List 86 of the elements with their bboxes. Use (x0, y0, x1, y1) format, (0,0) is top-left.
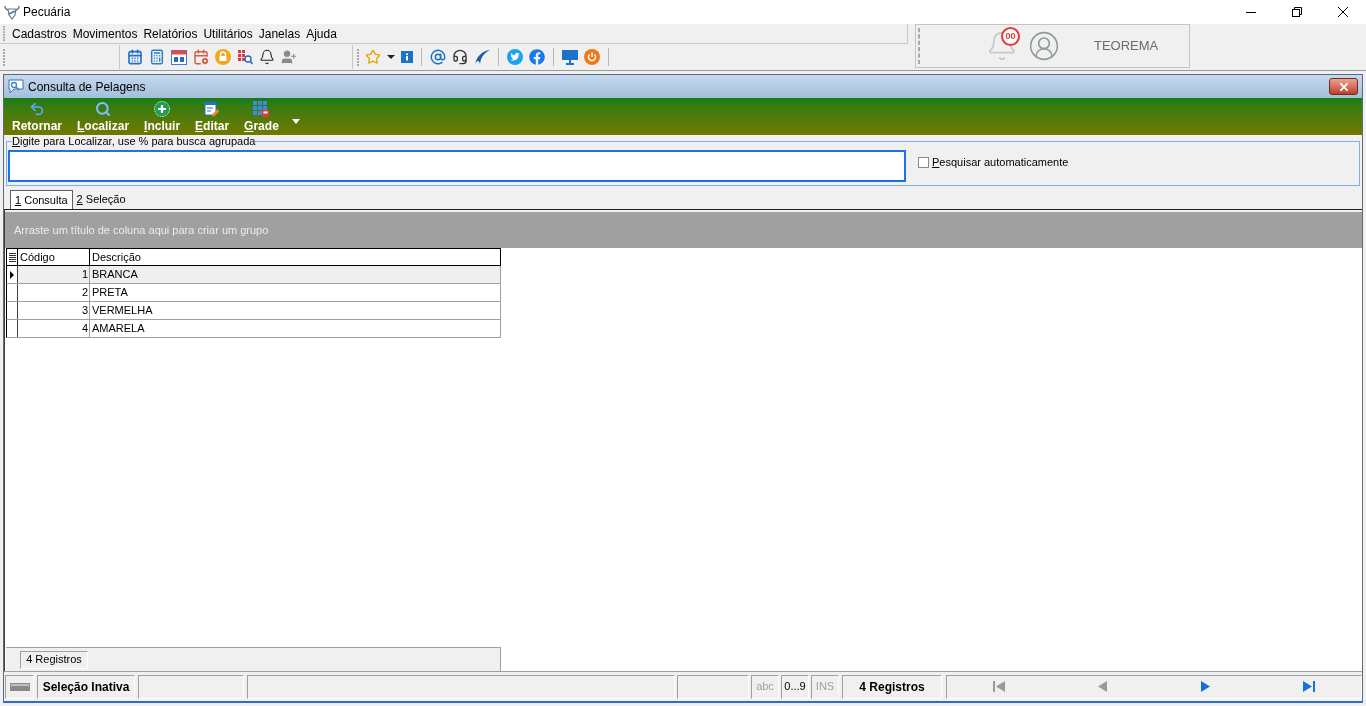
status-indicator: INS (811, 674, 839, 699)
close-icon (1338, 7, 1348, 17)
table-cell: 4 (18, 320, 90, 337)
table-cell-text: VERMELHA (91, 303, 154, 319)
table-cell: 2 (18, 284, 90, 301)
table-row[interactable]: 2 PRETA (6, 284, 501, 302)
user-name: TEOREMA (1094, 37, 1159, 56)
calendar-icon[interactable] (127, 49, 143, 65)
table-row[interactable]: 3 VERMELHA (6, 302, 501, 320)
facebook-icon[interactable] (529, 49, 545, 65)
menu-item[interactable]: Cadastros (9, 25, 70, 42)
status-indicator: abc (751, 674, 779, 699)
menu-item[interactable]: Janelas (255, 25, 304, 42)
minimize-icon (1246, 11, 1256, 13)
menu-item[interactable]: Utilitários (200, 25, 256, 42)
lock-icon[interactable] (215, 49, 231, 65)
record-count: 4 Registros (20, 650, 88, 669)
form-title: Consulta de Pelagens (28, 78, 146, 96)
calendar-icon[interactable] (171, 49, 187, 65)
first-record-icon (992, 681, 1005, 692)
drag-handle-icon[interactable] (918, 28, 920, 64)
table-cell-text: AMARELA (91, 321, 146, 337)
restore-icon (1292, 7, 1302, 17)
star-icon[interactable] (365, 49, 381, 65)
bell-icon[interactable] (259, 49, 275, 65)
search-icon (95, 101, 112, 117)
table-row[interactable]: 1 BRANCA (6, 266, 501, 284)
window-title: Pecuária (23, 4, 71, 21)
table-cell: 1 (18, 266, 90, 283)
tab[interactable]: 2 Seleção (72, 190, 130, 209)
user-avatar-icon[interactable] (1028, 30, 1060, 62)
checkbox-label[interactable]: Pesquisar automaticamente (932, 154, 1069, 171)
table-row[interactable]: 4 AMARELA (6, 320, 501, 338)
row-pointer-icon (10, 270, 14, 279)
menu-item[interactable]: Ajuda (303, 25, 340, 42)
info-icon[interactable] (401, 51, 413, 63)
calendar-gear-icon[interactable] (193, 49, 209, 65)
plus-circle-icon (154, 101, 171, 117)
column-chooser-icon[interactable] (8, 252, 16, 262)
records-status: 4 Registros (842, 674, 942, 699)
menu-item[interactable]: Relatórios (140, 25, 201, 42)
bull-head-icon (4, 4, 20, 20)
monitor-icon[interactable] (562, 49, 578, 65)
edit-document-icon (204, 101, 221, 117)
dropdown-caret-icon[interactable] (291, 119, 300, 124)
table-cell: 3 (18, 302, 90, 319)
caret-icon[interactable] (387, 55, 395, 59)
column-header[interactable]: Descrição (90, 249, 500, 265)
drag-handle-icon[interactable] (3, 48, 5, 66)
calculator-icon[interactable] (149, 49, 165, 65)
toolbar-button[interactable]: Retornar (12, 101, 62, 133)
status-indicator: 0...9 (781, 674, 809, 699)
power-icon[interactable] (584, 49, 600, 65)
toolbar-button[interactable]: Editar (195, 101, 230, 133)
drag-handle-icon[interactable] (3, 26, 5, 41)
close-icon (1339, 82, 1348, 91)
previous-record-icon (1096, 681, 1109, 692)
at-sign-icon[interactable] (430, 49, 446, 65)
checkbox[interactable] (918, 156, 929, 168)
headset-icon[interactable] (452, 49, 468, 65)
search-field[interactable] (8, 150, 906, 182)
tab[interactable]: 1 Consulta (10, 190, 73, 209)
toolbar-button[interactable]: Grade (244, 101, 279, 133)
grid-icon (253, 101, 270, 117)
selection-status: Seleção Inativa (37, 674, 135, 699)
search-legend: Digite para Localizar, use % para busca agrupada (12, 135, 256, 147)
chat-search-icon (8, 78, 24, 95)
table-search-icon[interactable] (237, 49, 253, 65)
last-record-icon (1303, 681, 1316, 692)
column-header[interactable]: Código (18, 249, 90, 265)
drag-handle-icon[interactable] (357, 48, 359, 66)
keyboard-icon (9, 682, 30, 691)
menu-item[interactable]: Movimentos (69, 25, 141, 42)
close-button[interactable] (1329, 78, 1358, 95)
next-record-icon (1199, 681, 1212, 692)
table-cell-text: BRANCA (91, 267, 139, 283)
swoosh-icon[interactable] (474, 49, 490, 65)
toolbar-button[interactable]: Localizar (77, 101, 130, 133)
toolbar-button[interactable]: Incluir (144, 101, 181, 133)
notification-count: 00 (1001, 27, 1020, 46)
group-by-hint: Arraste um título de coluna aqui para criar um grupo (14, 222, 269, 238)
twitter-icon[interactable] (507, 49, 523, 65)
add-user-icon[interactable] (281, 49, 297, 65)
table-cell-text: PRETA (91, 285, 129, 301)
status-panel (677, 674, 749, 699)
undo-arrow-icon (29, 101, 45, 117)
